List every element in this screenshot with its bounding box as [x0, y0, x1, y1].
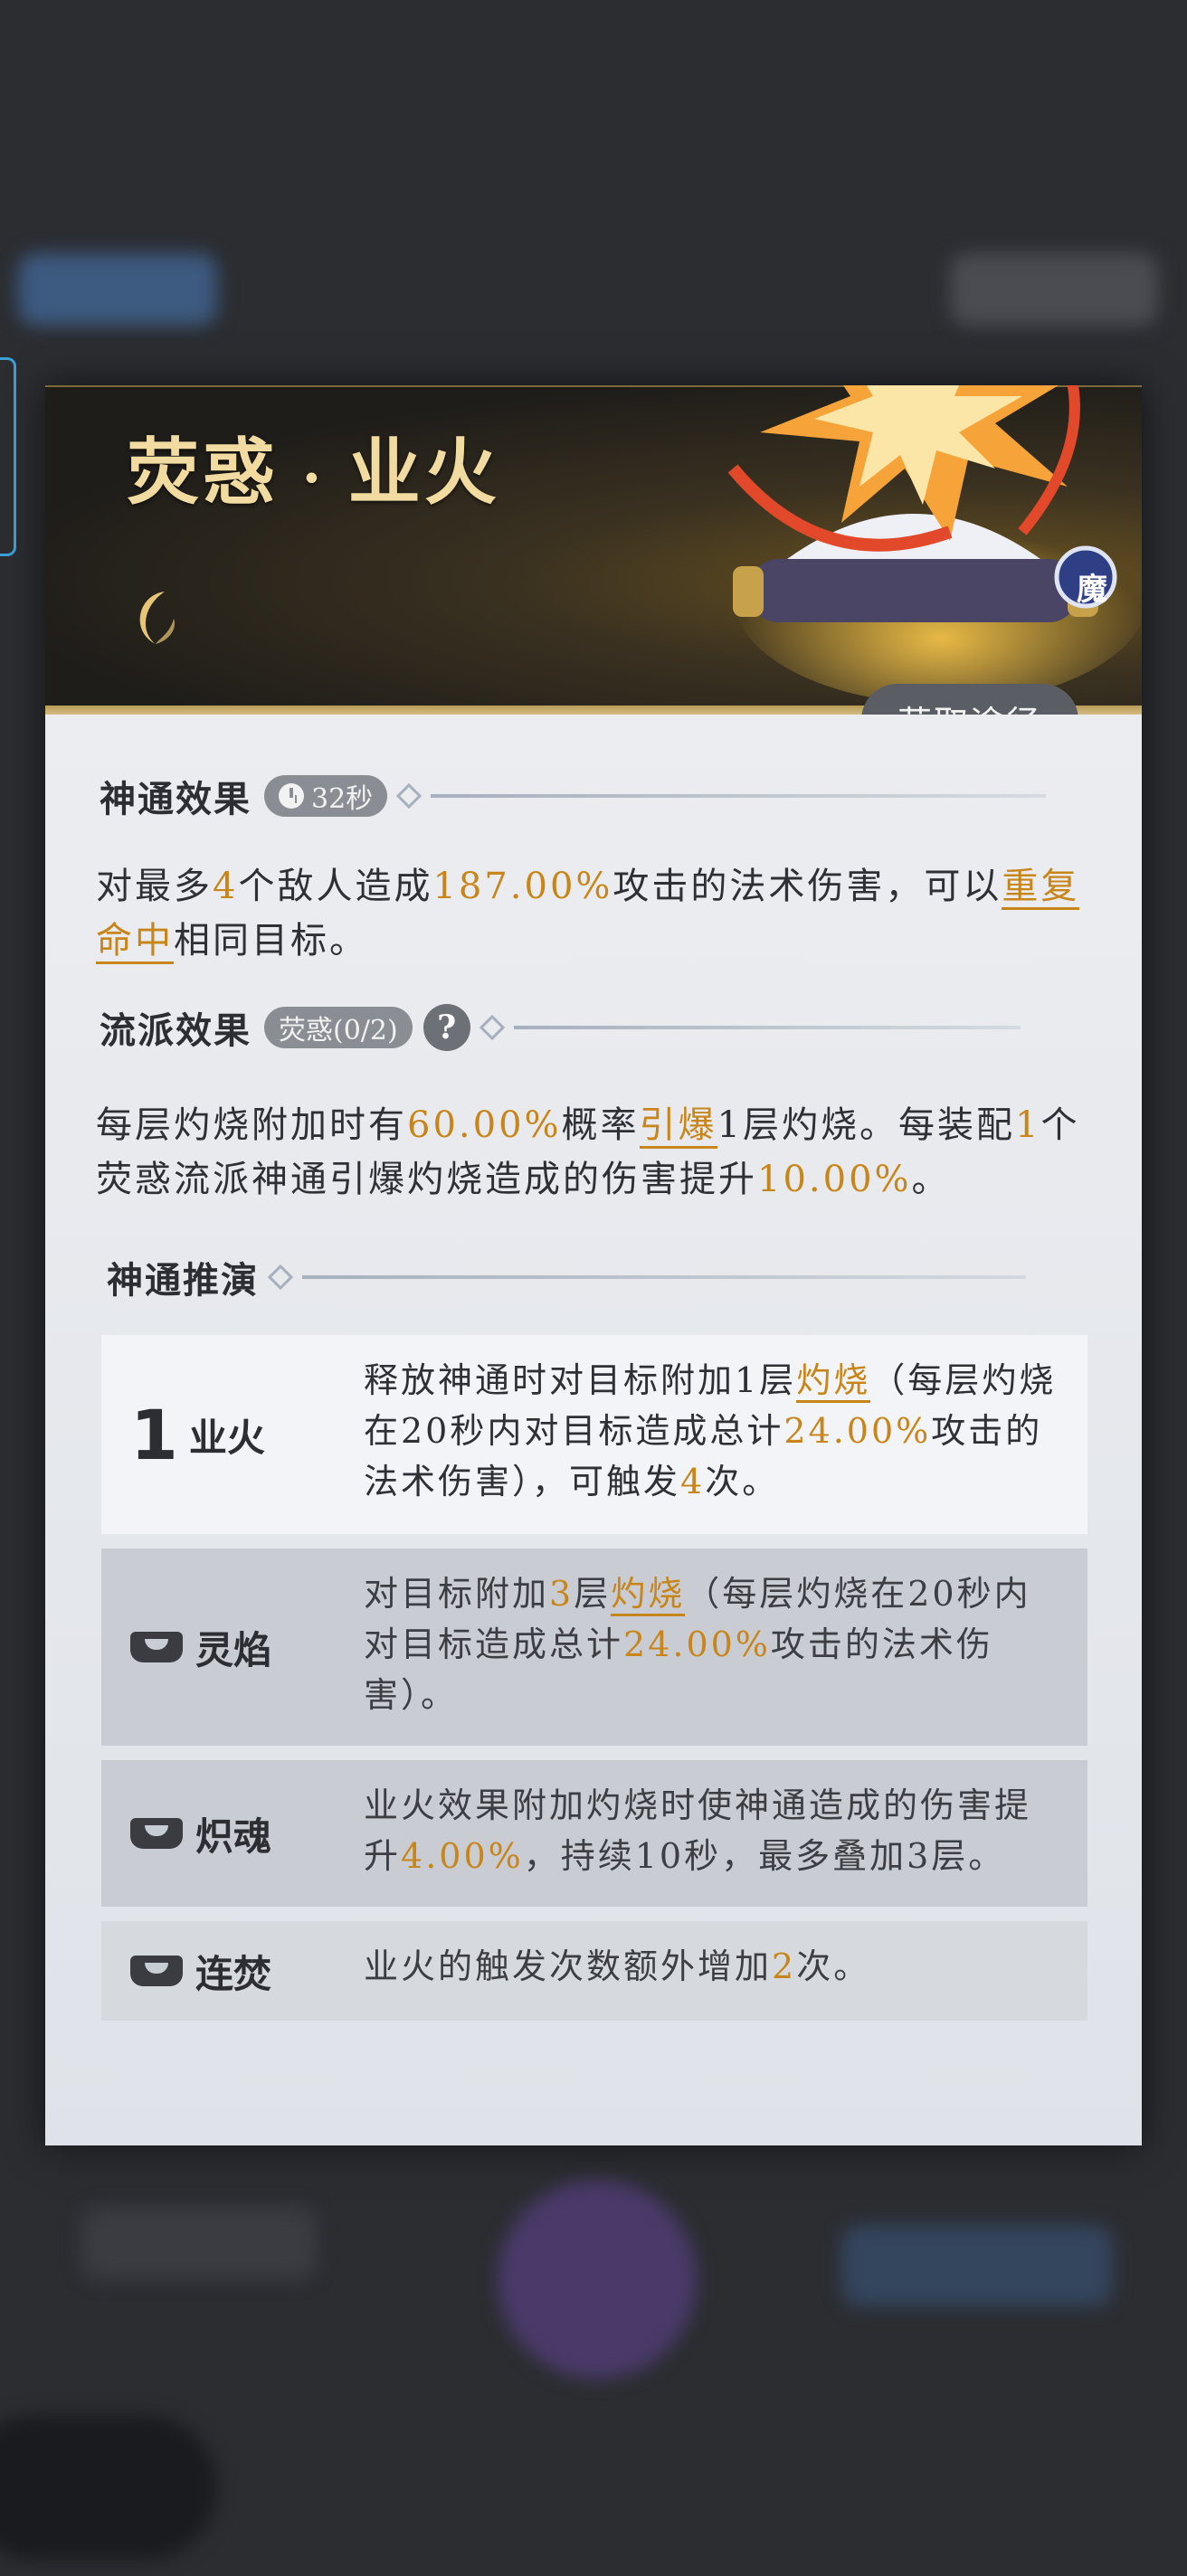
evolution-text: 对目标附加	[364, 1574, 550, 1614]
school-text: 1层灼烧。每装配	[717, 1104, 1015, 1146]
effect-section-header: 神通效果 32秒	[100, 769, 1047, 823]
card-header: 荧惑 · 业火 魔	[45, 385, 1142, 716]
effect-text: 相同目标。	[174, 920, 368, 961]
edge-frame	[0, 357, 16, 556]
clock-icon	[279, 783, 304, 809]
section-divider	[302, 1275, 1026, 1279]
evolution-item[interactable]: 1 业火 释放神通时对目标附加1层灼烧（每层灼烧在20秒内对目标造成总计24.0…	[101, 1335, 1087, 1534]
school-section-title: 流派效果	[100, 1009, 252, 1052]
evolution-description: 对目标附加3层灼烧（每层灼烧在20秒内对目标造成总计24.00%攻击的法术伤害）…	[364, 1568, 1060, 1720]
evolution-description: 释放神通时对目标附加1层灼烧（每层灼烧在20秒内对目标造成总计24.00%攻击的…	[364, 1355, 1060, 1507]
demon-type-badge: 魔	[1077, 571, 1107, 608]
bg-action-blur	[841, 2225, 1113, 2306]
school-chance-value: 60.00%	[407, 1104, 562, 1146]
evolution-text: 次。	[796, 1946, 871, 1986]
skill-subname: 业火	[347, 430, 500, 515]
school-badge: 荧惑(0/2)	[264, 1007, 413, 1048]
bg-tab-blur	[18, 253, 217, 326]
help-icon[interactable]: ?	[423, 1004, 470, 1051]
crescent-moon-icon	[139, 592, 176, 644]
evolution-tag: 灵焰	[130, 1548, 302, 1746]
evolution-tag: 连焚	[130, 1921, 302, 2021]
keyword-link[interactable]: 引爆	[639, 1104, 717, 1149]
bg-orb-blur	[498, 2180, 697, 2379]
divider-ornament-icon	[267, 1264, 294, 1291]
evolution-description: 业火的触发次数额外增加2次。	[364, 1941, 1060, 1992]
evolution-section-header: 神通推演	[107, 1250, 1026, 1304]
evolution-description: 业火效果附加灼烧时使神通造成的伤害提升4.00%，持续10秒，最多叠加3层。	[364, 1780, 1060, 1881]
cooldown-value: 32秒	[311, 783, 374, 815]
evolution-text: ，持续10秒，最多叠加3层。	[523, 1836, 1006, 1876]
evolution-tag: 炽魂	[130, 1760, 302, 1907]
evolution-item[interactable]: 炽魂 业火效果附加灼烧时使神通造成的伤害提升4.00%，持续10秒，最多叠加3层…	[101, 1760, 1087, 1907]
evolution-section-title: 神通推演	[107, 1259, 259, 1302]
evolution-name: 业火	[188, 1415, 265, 1460]
evolution-value: 4	[680, 1462, 706, 1501]
effect-section-title: 神通效果	[100, 778, 252, 820]
school-section-header: 流派效果 荧惑(0/2) ?	[100, 1000, 1021, 1055]
card-body: 神通效果 32秒 对最多4个敌人造成187.00%攻击的法术伤害，可以重复命中相…	[45, 715, 1142, 2145]
effect-targets-value: 4	[213, 866, 239, 907]
effect-text: 对最多	[96, 866, 213, 907]
bg-text-blur	[81, 2207, 317, 2279]
evolution-value: 24.00%	[783, 1411, 932, 1451]
skill-scroll-icon	[727, 385, 1142, 704]
evolution-text: 次。	[705, 1462, 780, 1501]
section-divider	[431, 794, 1047, 798]
school-description: 每层灼烧附加时有60.00%概率引爆1层灼烧。每装配1个荧惑流派神通引爆灼烧造成…	[96, 1098, 1091, 1207]
skill-name: 荧惑	[127, 430, 279, 515]
bg-button-blur	[950, 253, 1158, 326]
evolution-value: 24.00%	[623, 1624, 771, 1664]
lock-icon	[130, 1818, 183, 1849]
school-count-value: 1	[1014, 1104, 1041, 1146]
section-divider	[513, 1026, 1021, 1029]
evolution-text: 释放神通时对目标附加1层	[364, 1360, 797, 1400]
evolution-level: 1	[130, 1394, 178, 1475]
effect-description: 对最多4个敌人造成187.00%攻击的法术伤害，可以重复命中相同目标。	[96, 859, 1091, 968]
evolution-item[interactable]: 灵焰 对目标附加3层灼烧（每层灼烧在20秒内对目标造成总计24.00%攻击的法术…	[101, 1548, 1087, 1746]
evolution-value: 4.00%	[401, 1836, 524, 1876]
evolution-name: 灵焰	[195, 1627, 272, 1672]
evolution-name: 炽魂	[195, 1814, 272, 1859]
title-separator: ·	[301, 445, 326, 511]
effect-text: 攻击的法术伤害，可以	[612, 866, 1002, 907]
lock-icon	[130, 1956, 183, 1986]
school-text: 。	[911, 1159, 951, 1200]
lock-icon	[130, 1632, 183, 1662]
evolution-name: 连焚	[195, 1951, 272, 1996]
evolution-item[interactable]: 连焚 业火的触发次数额外增加2次。	[101, 1921, 1087, 2021]
cooldown-badge: 32秒	[264, 775, 388, 817]
evolution-value: 2	[772, 1946, 797, 1986]
skill-title: 荧惑 · 业火	[127, 414, 500, 519]
evolution-text: 层	[574, 1574, 612, 1614]
school-text: 每层灼烧附加时有	[96, 1104, 407, 1146]
keyword-link[interactable]: 灼烧	[796, 1360, 871, 1403]
evolution-value: 3	[549, 1574, 575, 1614]
skill-detail-card: 荧惑 · 业火 魔 获取途径	[45, 385, 1142, 2145]
evolution-text: 业火的触发次数额外增加	[364, 1946, 773, 1986]
keyword-link[interactable]: 灼烧	[611, 1574, 686, 1616]
bg-back-button-blur	[0, 2415, 217, 2560]
effect-damage-value: 187.00%	[432, 866, 613, 907]
school-text: 概率	[561, 1104, 640, 1146]
divider-ornament-icon	[479, 1014, 505, 1041]
school-bonus-value: 10.00%	[757, 1159, 912, 1200]
effect-text: 个敌人造成	[238, 866, 433, 907]
divider-ornament-icon	[396, 782, 423, 810]
evolution-tag: 1 业火	[130, 1335, 302, 1534]
